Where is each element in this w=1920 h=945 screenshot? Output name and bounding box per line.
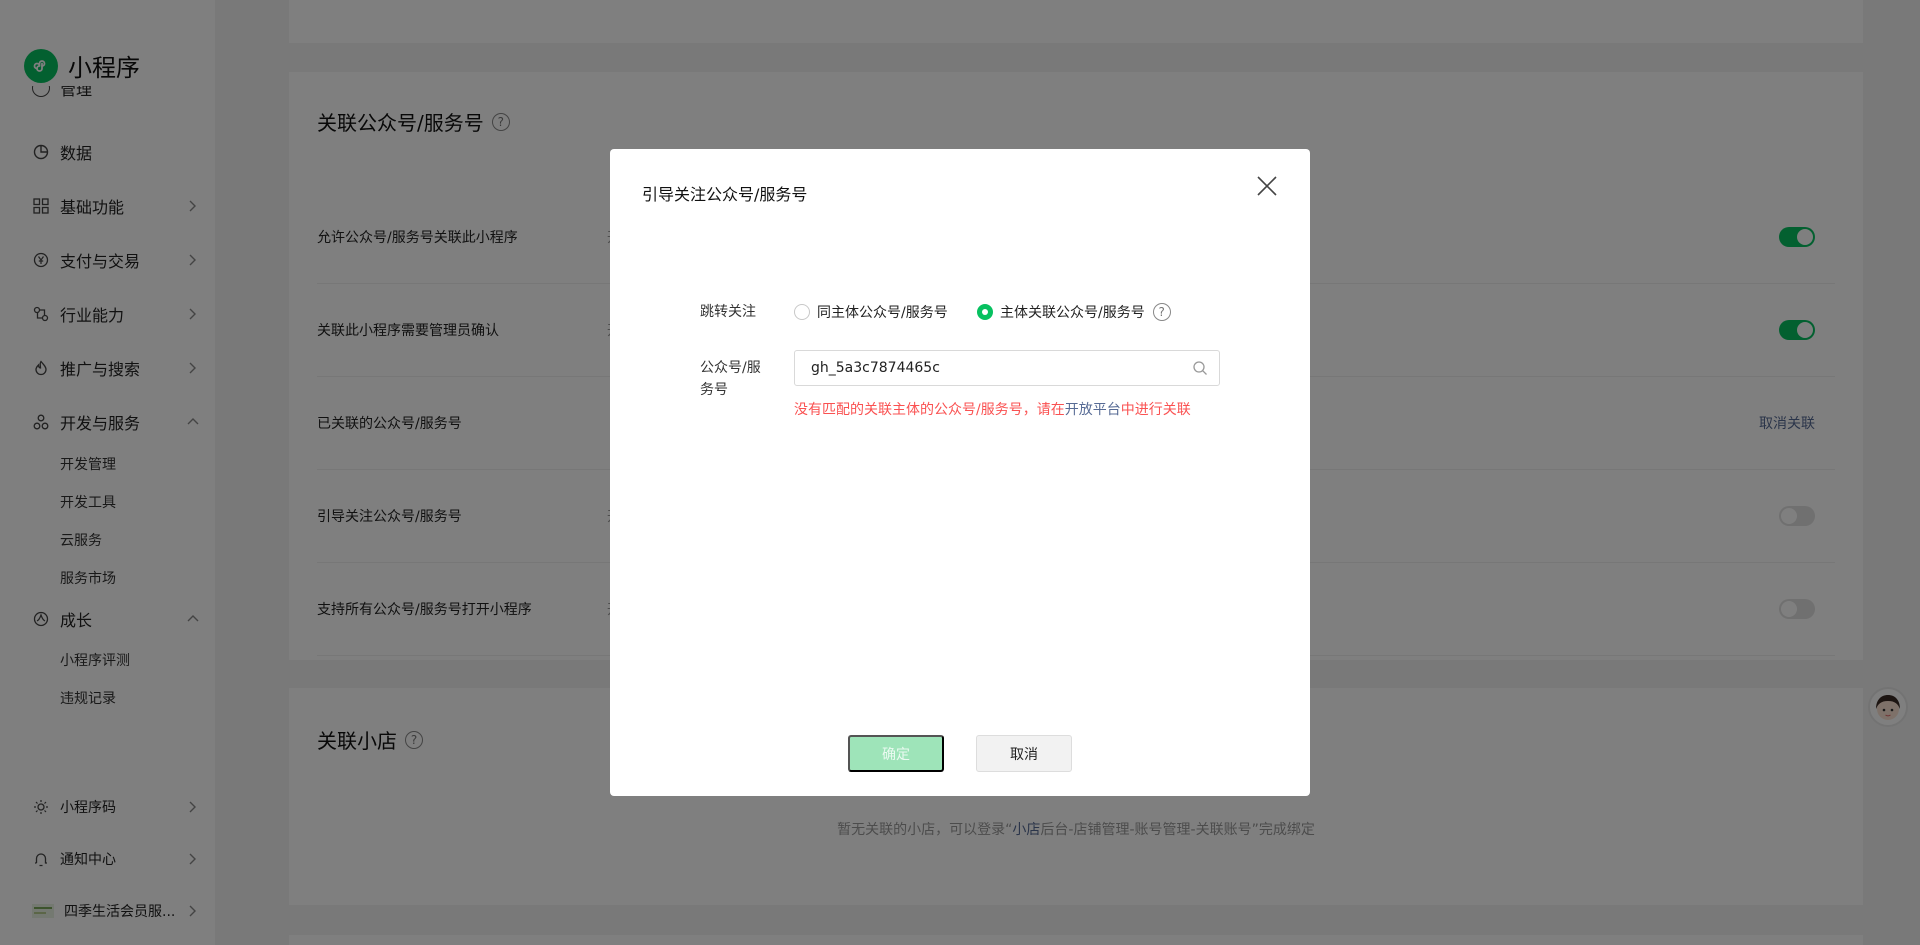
radio-linked-entity[interactable]: 主体关联公众号/服务号 ? [977,302,1171,322]
cancel-button[interactable]: 取消 [976,735,1072,772]
radio-checked[interactable] [977,304,993,320]
radio-same-entity[interactable]: 同主体公众号/服务号 [794,302,948,322]
open-platform-link[interactable]: 开放平台 [1065,402,1121,418]
help-icon[interactable]: ? [1152,303,1171,321]
radio-unchecked[interactable] [794,304,810,320]
account-label: 公众号/服 务号 [700,360,761,398]
jump-follow-label: 跳转关注 [700,304,756,320]
dialog-title: 引导关注公众号/服务号 [642,185,808,204]
search-icon[interactable] [1192,360,1208,376]
follow-account-dialog: 引导关注公众号/服务号 跳转关注 同主体公众号/服务号 主体关联公众号/服务号 … [610,149,1310,796]
account-search-field[interactable] [794,350,1220,386]
account-search-input[interactable] [811,351,1181,385]
close-icon[interactable] [1254,173,1280,199]
confirm-button[interactable]: 确定 [848,735,944,772]
error-message: 没有匹配的关联主体的公众号/服务号，请在开放平台中进行关联 [794,402,1191,418]
